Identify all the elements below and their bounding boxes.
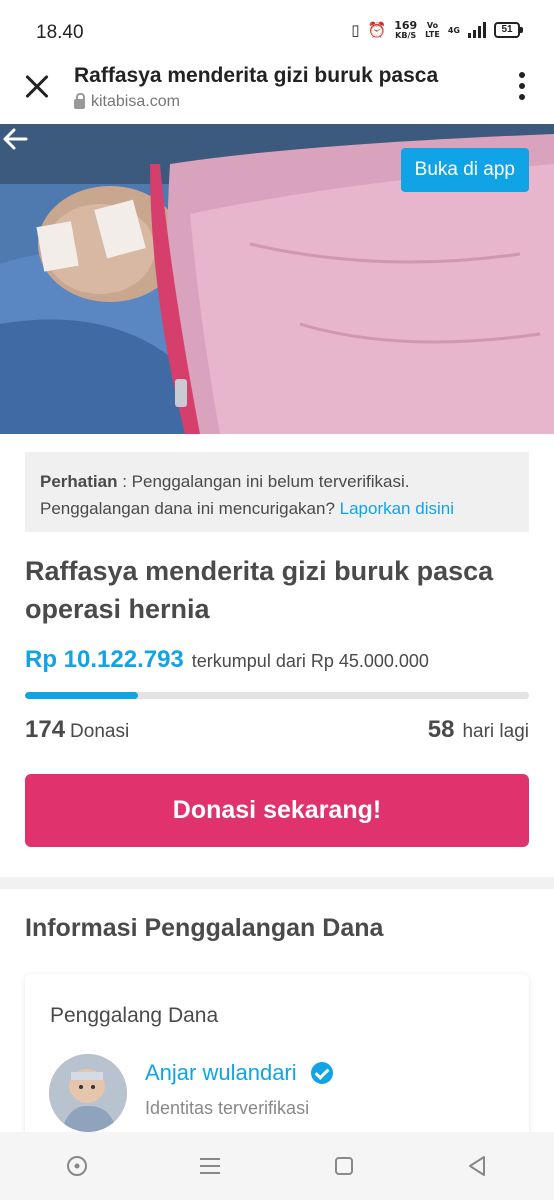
fundraiser-verification-status: Identitas terverifikasi: [145, 1098, 310, 1118]
verification-notice: Perhatian : Penggalangan ini belum terve…: [25, 452, 529, 532]
browser-url: kitabisa.com: [74, 93, 180, 111]
close-icon[interactable]: [20, 70, 54, 104]
fundraiser-name[interactable]: Anjar wulandari: [145, 1060, 333, 1086]
browser-page-title: Raffasya menderita gizi buruk pasca: [74, 64, 439, 87]
avatar: [49, 1054, 127, 1132]
home-circle-icon[interactable]: [57, 1146, 97, 1186]
signal-icon: [468, 22, 486, 38]
network-type: 4G: [447, 25, 460, 35]
campaign-title: Raffasya menderita gizi buruk pasca oper…: [25, 556, 494, 624]
funding-progress-bar: [25, 692, 529, 699]
system-nav-bar: [0, 1132, 554, 1200]
back-triangle-icon[interactable]: [457, 1146, 497, 1186]
amount-row: Rp 10.122.793 terkumpul dari Rp 45.000.0…: [25, 646, 429, 674]
report-link[interactable]: Laporkan disini: [340, 499, 454, 518]
lock-icon: [74, 93, 85, 109]
donate-now-button[interactable]: Donasi sekarang!: [25, 774, 529, 847]
days-left-stat: 58 hari lagi: [428, 716, 529, 744]
amount-collected: Rp 10.122.793: [25, 646, 184, 673]
square-icon[interactable]: [324, 1146, 364, 1186]
days-left-label: hari lagi: [462, 721, 529, 742]
campaign-hero-image: Buka di app: [0, 124, 554, 434]
avatar-photo: [49, 1054, 127, 1132]
vibrate-icon: ▯: [351, 21, 360, 39]
battery-icon: 51: [494, 22, 523, 38]
days-left-count: 58: [427, 716, 455, 743]
url-text: kitabisa.com: [91, 93, 180, 110]
donations-label: Donasi: [70, 721, 130, 742]
section-divider: [0, 877, 554, 889]
funding-progress-fill: [25, 692, 139, 699]
fundraiser-card-heading: Penggalang Dana: [50, 1004, 219, 1027]
back-arrow-icon[interactable]: [0, 124, 30, 154]
more-vert-icon[interactable]: [516, 72, 528, 100]
notice-label: Perhatian: [40, 472, 118, 491]
amount-target: terkumpul dari Rp 45.000.000: [191, 651, 429, 671]
alarm-icon: ⏰: [367, 21, 387, 39]
volte-indicator: Vo LTE: [425, 21, 440, 39]
verified-check-icon: [310, 1062, 333, 1084]
menu-lines-icon[interactable]: [190, 1146, 230, 1186]
info-section-title: Informasi Penggalangan Dana: [25, 914, 384, 942]
fundraiser-name-text[interactable]: Anjar wulandari: [145, 1060, 297, 1086]
net-speed: 169 KB/S: [394, 19, 418, 40]
fundraiser-card[interactable]: Penggalang Dana Anjar wulandari Identita…: [25, 974, 529, 1154]
status-time: 18.40: [36, 22, 84, 43]
donations-stat: 174 Donasi: [25, 716, 129, 744]
status-icons: ▯ ⏰ 169 KB/S Vo LTE 4G 51: [351, 19, 523, 40]
open-in-app-button[interactable]: Buka di app: [400, 148, 529, 192]
donations-count: 174: [25, 716, 66, 743]
browser-bar: Raffasya menderita gizi buruk pasca kita…: [0, 62, 554, 124]
status-bar: 18.40 ▯ ⏰ 169 KB/S Vo LTE 4G 51: [0, 0, 554, 62]
